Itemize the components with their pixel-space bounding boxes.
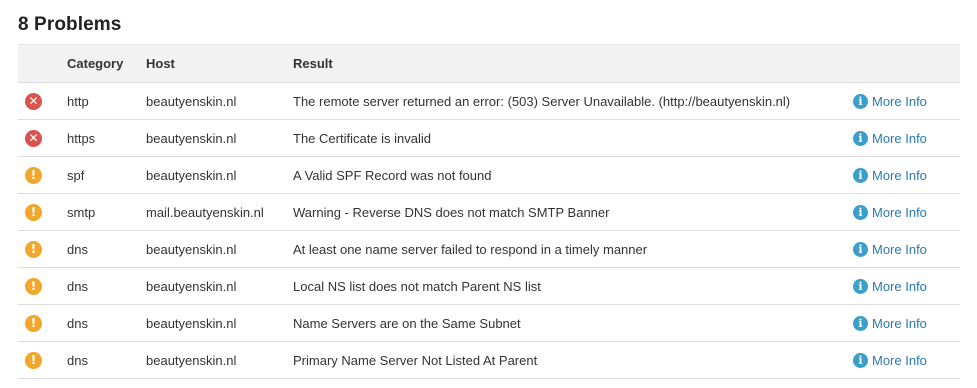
table-row: ✕ https beautyenskin.nl The Certificate … [18,120,960,157]
info-icon: i [853,93,868,109]
problems-table: Category Host Result ✕ http beautyenskin… [18,44,960,379]
result-cell: The remote server returned an error: (50… [293,93,791,109]
result-cell: Primary Name Server Not Listed At Parent [293,352,538,368]
table-body: ✕ http beautyenskin.nl The remote server… [18,83,960,379]
status-cell: ! [25,194,45,230]
host-cell: beautyenskin.nl [146,278,237,294]
warning-exclamation-icon: ! [25,203,42,221]
more-info-link[interactable]: i More Info [853,167,927,183]
page-title: 8 Problems [18,14,122,35]
result-cell: Warning - Reverse DNS does not match SMT… [293,204,610,220]
table-row: ! dns beautyenskin.nl Primary Name Serve… [18,342,960,379]
host-cell: beautyenskin.nl [146,130,237,146]
info-icon: i [853,204,868,220]
info-icon: i [853,130,868,146]
column-header-category[interactable]: Category [67,45,123,82]
more-info-cell: i More Info [853,120,927,156]
category-cell: dns [67,241,88,257]
more-info-link[interactable]: i More Info [853,315,927,331]
more-info-label[interactable]: More Info [872,168,927,183]
more-info-cell: i More Info [853,342,927,378]
more-info-link[interactable]: i More Info [853,93,927,109]
host-cell: beautyenskin.nl [146,241,237,257]
result-cell: The Certificate is invalid [293,130,431,146]
table-row: ! dns beautyenskin.nl Local NS list does… [18,268,960,305]
more-info-link[interactable]: i More Info [853,278,927,294]
table-header-row: Category Host Result [18,44,960,83]
status-cell: ✕ [25,120,45,156]
category-cell: https [67,130,96,146]
more-info-label[interactable]: More Info [872,131,927,146]
warning-exclamation-icon: ! [25,314,42,332]
warning-exclamation-icon: ! [25,277,42,295]
more-info-cell: i More Info [853,268,927,304]
warning-exclamation-icon: ! [25,166,42,184]
column-header-host[interactable]: Host [146,45,175,82]
more-info-cell: i More Info [853,305,927,341]
status-cell: ! [25,268,45,304]
table-row: ! spf beautyenskin.nl A Valid SPF Record… [18,157,960,194]
more-info-link[interactable]: i More Info [853,241,927,257]
result-cell: At least one name server failed to respo… [293,241,648,257]
info-icon: i [853,278,868,294]
status-cell: ! [25,305,45,341]
status-cell: ! [25,231,45,267]
more-info-label[interactable]: More Info [872,242,927,257]
column-header-result[interactable]: Result [293,45,333,82]
table-row: ! dns beautyenskin.nl At least one name … [18,231,960,268]
result-cell: Local NS list does not match Parent NS l… [293,278,541,294]
host-cell: beautyenskin.nl [146,352,237,368]
category-cell: spf [67,167,85,183]
more-info-link[interactable]: i More Info [853,130,927,146]
more-info-cell: i More Info [853,157,927,193]
category-cell: smtp [67,204,96,220]
more-info-label[interactable]: More Info [872,353,927,368]
status-cell: ! [25,157,45,193]
category-cell: dns [67,352,88,368]
warning-exclamation-icon: ! [25,351,42,369]
host-cell: beautyenskin.nl [146,93,237,109]
error-x-icon: ✕ [25,129,42,147]
status-cell: ! [25,342,45,378]
result-cell: A Valid SPF Record was not found [293,167,492,183]
host-cell: mail.beautyenskin.nl [146,204,264,220]
warning-exclamation-icon: ! [25,240,42,258]
info-icon: i [853,315,868,331]
more-info-cell: i More Info [853,83,927,119]
more-info-link[interactable]: i More Info [853,204,927,220]
table-row: ✕ http beautyenskin.nl The remote server… [18,83,960,120]
info-icon: i [853,167,868,183]
more-info-cell: i More Info [853,231,927,267]
table-row: ! dns beautyenskin.nl Name Servers are o… [18,305,960,342]
error-x-icon: ✕ [25,92,42,110]
more-info-label[interactable]: More Info [872,279,927,294]
more-info-label[interactable]: More Info [872,94,927,109]
category-cell: http [67,93,89,109]
host-cell: beautyenskin.nl [146,315,237,331]
result-cell: Name Servers are on the Same Subnet [293,315,521,331]
status-cell: ✕ [25,83,45,119]
category-cell: dns [67,315,88,331]
more-info-link[interactable]: i More Info [853,352,927,368]
more-info-cell: i More Info [853,194,927,230]
info-icon: i [853,241,868,257]
more-info-label[interactable]: More Info [872,205,927,220]
table-row: ! smtp mail.beautyenskin.nl Warning - Re… [18,194,960,231]
more-info-label[interactable]: More Info [872,316,927,331]
info-icon: i [853,352,868,368]
category-cell: dns [67,278,88,294]
host-cell: beautyenskin.nl [146,167,237,183]
